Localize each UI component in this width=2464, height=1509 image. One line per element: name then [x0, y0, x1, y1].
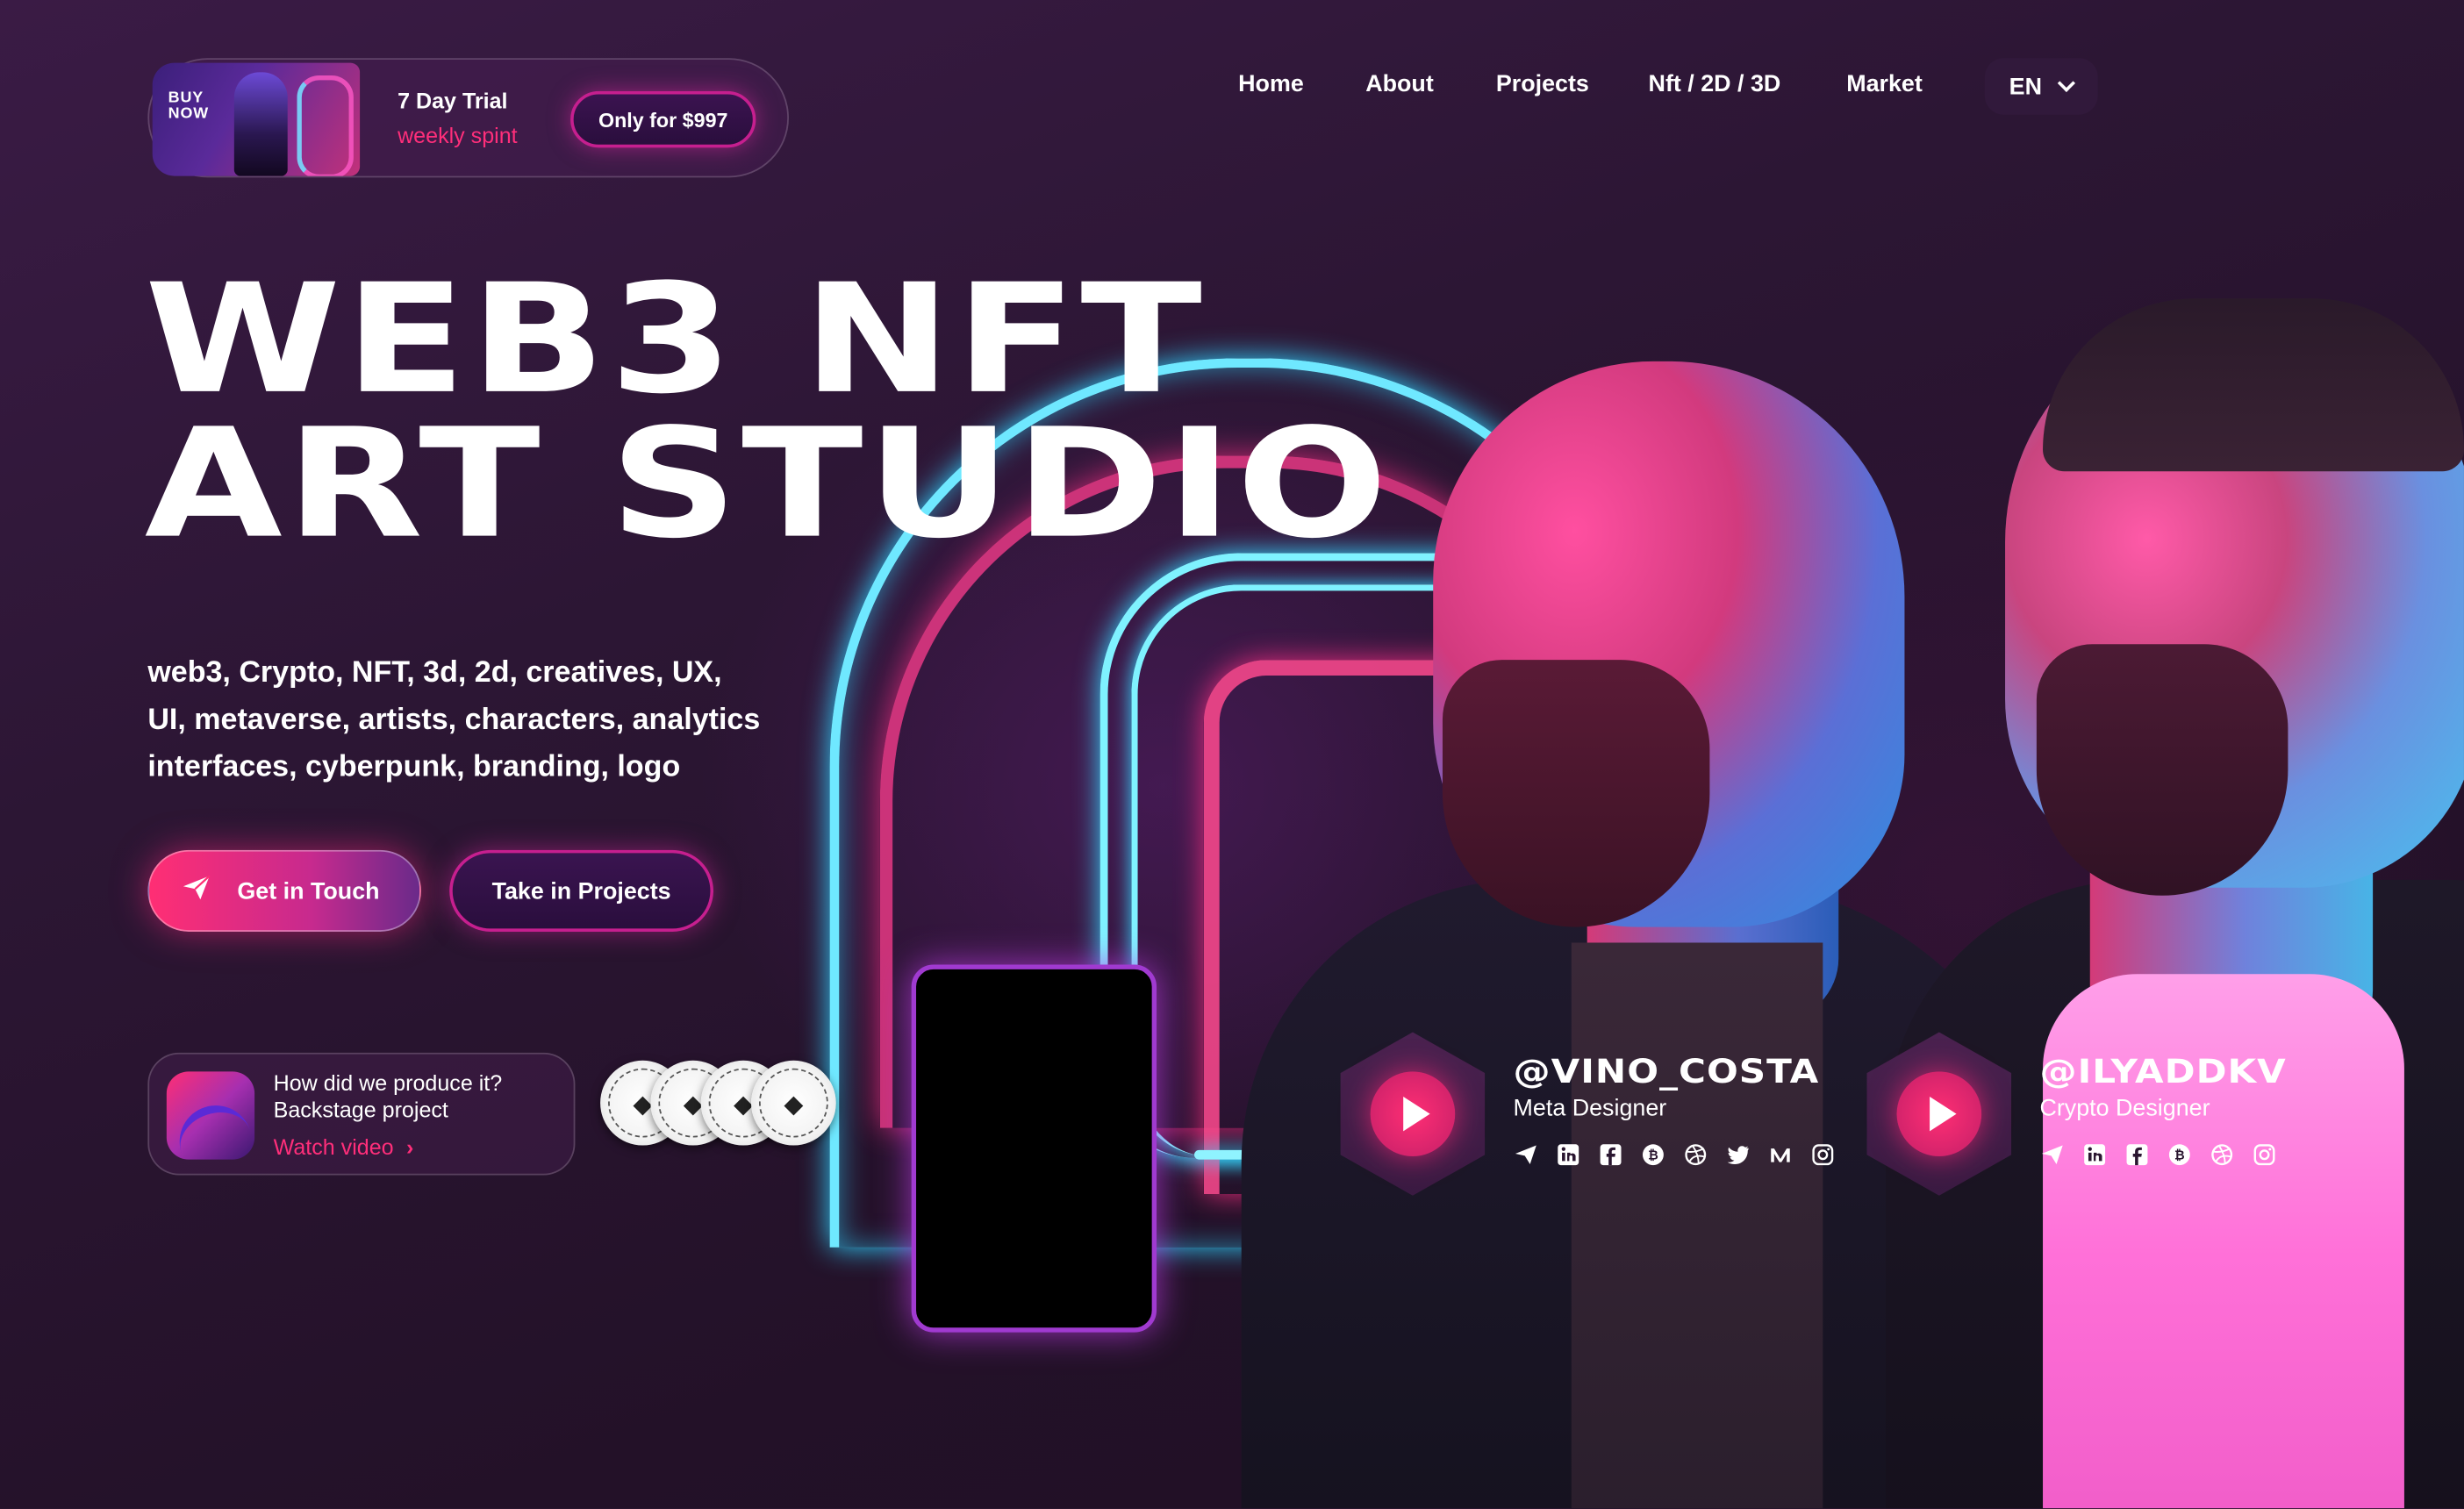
person-2-hair [2043, 298, 2464, 472]
hero-tagline: web3, Crypto, NFT, 3d, 2d, creatives, UX… [147, 650, 839, 791]
nav-projects[interactable]: Projects [1496, 71, 1589, 97]
instagram-icon[interactable] [1810, 1142, 1836, 1168]
promo-price-button[interactable]: Only for $997 [570, 90, 756, 148]
nav-market[interactable]: Market [1846, 71, 1923, 97]
send-icon [181, 872, 212, 910]
language-selector[interactable]: EN [1984, 58, 2098, 115]
bitcoin-icon[interactable]: ₿ [2167, 1142, 2193, 1168]
promo-thumbnail-text: BUY NOW [168, 90, 210, 123]
person-2-beard [2036, 644, 2289, 896]
linkedin-icon[interactable] [1556, 1142, 1581, 1168]
hero-tagline-line3: interfaces, cyberpunk, branding, logo [147, 751, 681, 784]
backstage-question: How did we produce it? [273, 1069, 503, 1096]
phone-mockup[interactable] [911, 964, 1157, 1333]
nav-home[interactable]: Home [1238, 71, 1304, 97]
designer-role: Crypto Designer [2039, 1095, 2210, 1122]
thumbnail-figure [233, 72, 288, 176]
designer-handle[interactable]: @ILYADDKV [2039, 1053, 2286, 1091]
hero-tagline-line2: UI, metaverse, artists, characters, anal… [147, 704, 761, 737]
promo-title: 7 Day Trial [398, 88, 508, 113]
facebook-icon[interactable] [2124, 1142, 2150, 1168]
svg-text:₿: ₿ [1648, 1149, 1658, 1163]
facebook-icon[interactable] [1598, 1142, 1623, 1168]
trial-promo-card[interactable]: BUY NOW 7 Day Trial weekly spint Only fo… [147, 58, 789, 178]
thumbnail-neon-ring [297, 75, 354, 176]
backstage-thumbnail-icon [166, 1071, 255, 1160]
telegram-icon[interactable] [1514, 1142, 1539, 1168]
awards-badges: ◆ ◆ ◆ ◆ [600, 1060, 839, 1152]
get-in-touch-label: Get in Touch [237, 877, 380, 905]
play-button[interactable] [1370, 1071, 1456, 1157]
take-in-projects-button[interactable]: Take in Projects [449, 849, 714, 932]
chevron-right-icon: › [405, 1134, 414, 1160]
landing-page: BUY NOW 7 Day Trial weekly spint Only fo… [0, 0, 2464, 1509]
hero-headline-line1: WEB3 NFT [144, 251, 1207, 428]
instagram-icon[interactable] [2252, 1142, 2277, 1168]
designer-handle[interactable]: @VINO_COSTA [1514, 1053, 1820, 1091]
social-links: ₿ [2039, 1142, 2276, 1168]
linkedin-icon[interactable] [2082, 1142, 2108, 1168]
designer-role: Meta Designer [1513, 1095, 1667, 1122]
backstage-card[interactable]: How did we produce it? Backstage project… [147, 1052, 576, 1176]
watch-video-label: Watch video [273, 1134, 394, 1160]
thumb-text-line2: NOW [168, 104, 210, 123]
nav-about[interactable]: About [1365, 71, 1434, 97]
svg-text:₿: ₿ [2174, 1149, 2185, 1163]
play-icon [1930, 1096, 1957, 1132]
bitcoin-icon[interactable]: ₿ [1641, 1142, 1666, 1168]
nav-nft-2d-3d[interactable]: Nft / 2D / 3D [1649, 71, 1781, 97]
dribbble-icon[interactable] [2210, 1142, 2235, 1168]
promo-subtitle: weekly spint [398, 122, 518, 148]
dribbble-icon[interactable] [1683, 1142, 1708, 1168]
twitter-icon[interactable] [1725, 1142, 1751, 1168]
play-icon [1403, 1096, 1430, 1132]
hero-headline: WEB3 NFT ART STUDIO [144, 251, 1392, 572]
person-1-shirt [1571, 942, 1823, 1509]
get-in-touch-button[interactable]: Get in Touch [147, 849, 421, 932]
telegram-icon[interactable] [2039, 1142, 2065, 1168]
promo-thumbnail[interactable]: BUY NOW [152, 62, 361, 176]
person-1-beard [1442, 660, 1710, 927]
hero-headline-line2: ART STUDIO [144, 396, 1392, 572]
backstage-title: Backstage project [273, 1096, 448, 1122]
hero-tagline-line1: web3, Crypto, NFT, 3d, 2d, creatives, UX… [147, 656, 722, 690]
wave-shape [170, 1096, 254, 1160]
chevron-down-icon [2058, 74, 2076, 93]
award-badge-icon[interactable]: ◆ [751, 1060, 836, 1146]
watch-video-link[interactable]: Watch video › [274, 1134, 414, 1160]
play-button[interactable] [1896, 1071, 1982, 1157]
medium-icon[interactable] [1768, 1142, 1794, 1168]
language-label: EN [2009, 73, 2043, 100]
social-links: ₿ [1514, 1142, 1836, 1168]
